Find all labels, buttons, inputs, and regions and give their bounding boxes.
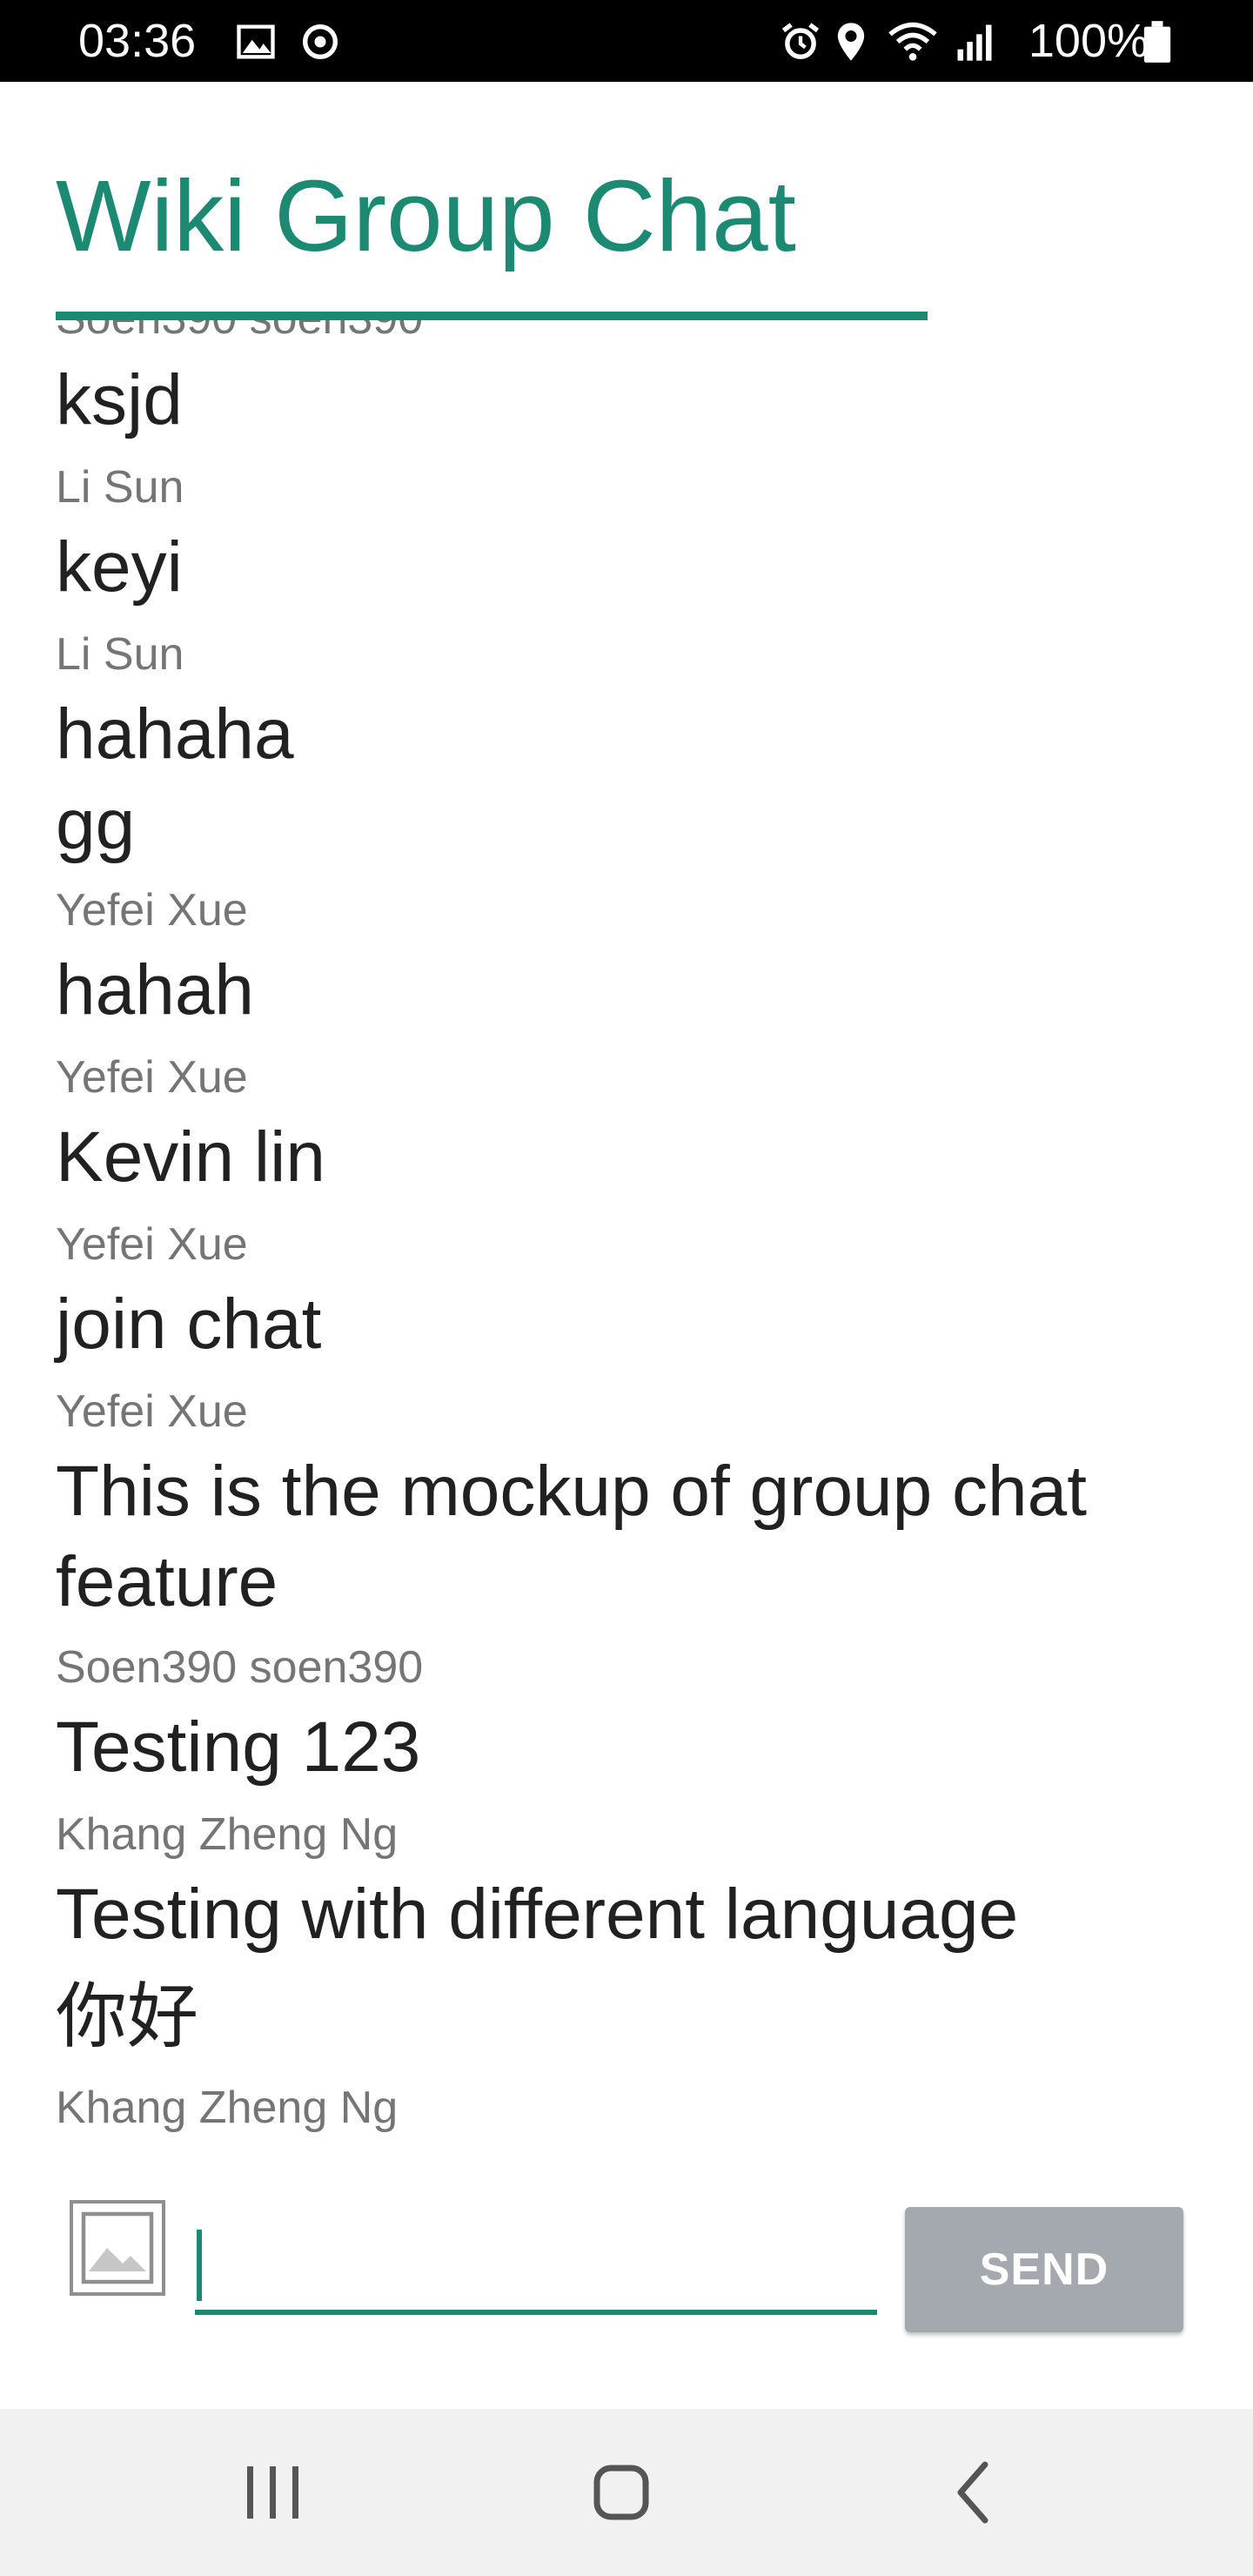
message-author: Soen390 soen390	[56, 1642, 424, 1693]
message-text: keyi	[56, 527, 183, 607]
image-picker-button[interactable]	[70, 2200, 165, 2296]
page-title: Wiki Group Chat	[56, 159, 796, 272]
message-input[interactable]	[195, 2217, 877, 2315]
message-author: Li Sun	[56, 629, 184, 680]
send-button[interactable]: SEND	[905, 2207, 1183, 2332]
message-text: hahah	[56, 950, 255, 1030]
message-author: Yefei Xue	[56, 1052, 248, 1103]
message-text-line2: 你好	[56, 1977, 199, 2056]
message-text: This is the mockup of group chat	[56, 1452, 1088, 1531]
status-bar: 03:36 100%	[0, 0, 1253, 82]
message-author: Yefei Xue	[56, 1386, 248, 1437]
wifi-icon	[888, 22, 937, 61]
message-author: Yefei Xue	[56, 885, 248, 936]
image-icon	[81, 2211, 154, 2284]
navigation-bar	[0, 2409, 1253, 2576]
message-text: Testing 123	[56, 1707, 421, 1787]
message-text: Testing with different language	[56, 1875, 1019, 1954]
alarm-icon	[781, 23, 820, 60]
message-text-line2: feature	[56, 1542, 278, 1621]
battery-icon	[1143, 21, 1171, 63]
title-underline	[56, 312, 928, 320]
status-time: 03:36	[78, 15, 197, 67]
sync-icon	[302, 23, 338, 60]
message-text: hahaha	[56, 694, 294, 774]
location-icon	[837, 23, 865, 61]
message-author: Khang Zheng Ng	[56, 1809, 399, 1860]
text-cursor	[197, 2230, 202, 2301]
message-author: Khang Zheng Ng	[56, 2083, 399, 2133]
home-icon[interactable]	[578, 2449, 665, 2536]
message-author: Yefei Xue	[56, 1219, 248, 1270]
image-icon	[237, 24, 275, 59]
message-author: Li Sun	[56, 462, 184, 513]
screen: 03:36 100% Wiki Group Chat ksjd Li Sun k…	[0, 0, 1253, 2576]
signal-icon	[957, 24, 992, 61]
message-text: ksjd	[56, 360, 183, 439]
message-text: Kevin lin	[56, 1117, 325, 1197]
battery-percent: 100%	[1028, 15, 1149, 67]
message-author: Soen390 soen390	[56, 320, 423, 346]
message-text: join chat	[56, 1285, 322, 1364]
back-icon[interactable]	[931, 2449, 1018, 2536]
message-text-line2: gg	[56, 785, 136, 864]
recent-apps-icon[interactable]	[230, 2449, 317, 2536]
message-list[interactable]: Soen390 soen390 ksjd Li Sun keyi Li Sun …	[0, 320, 1253, 2148]
